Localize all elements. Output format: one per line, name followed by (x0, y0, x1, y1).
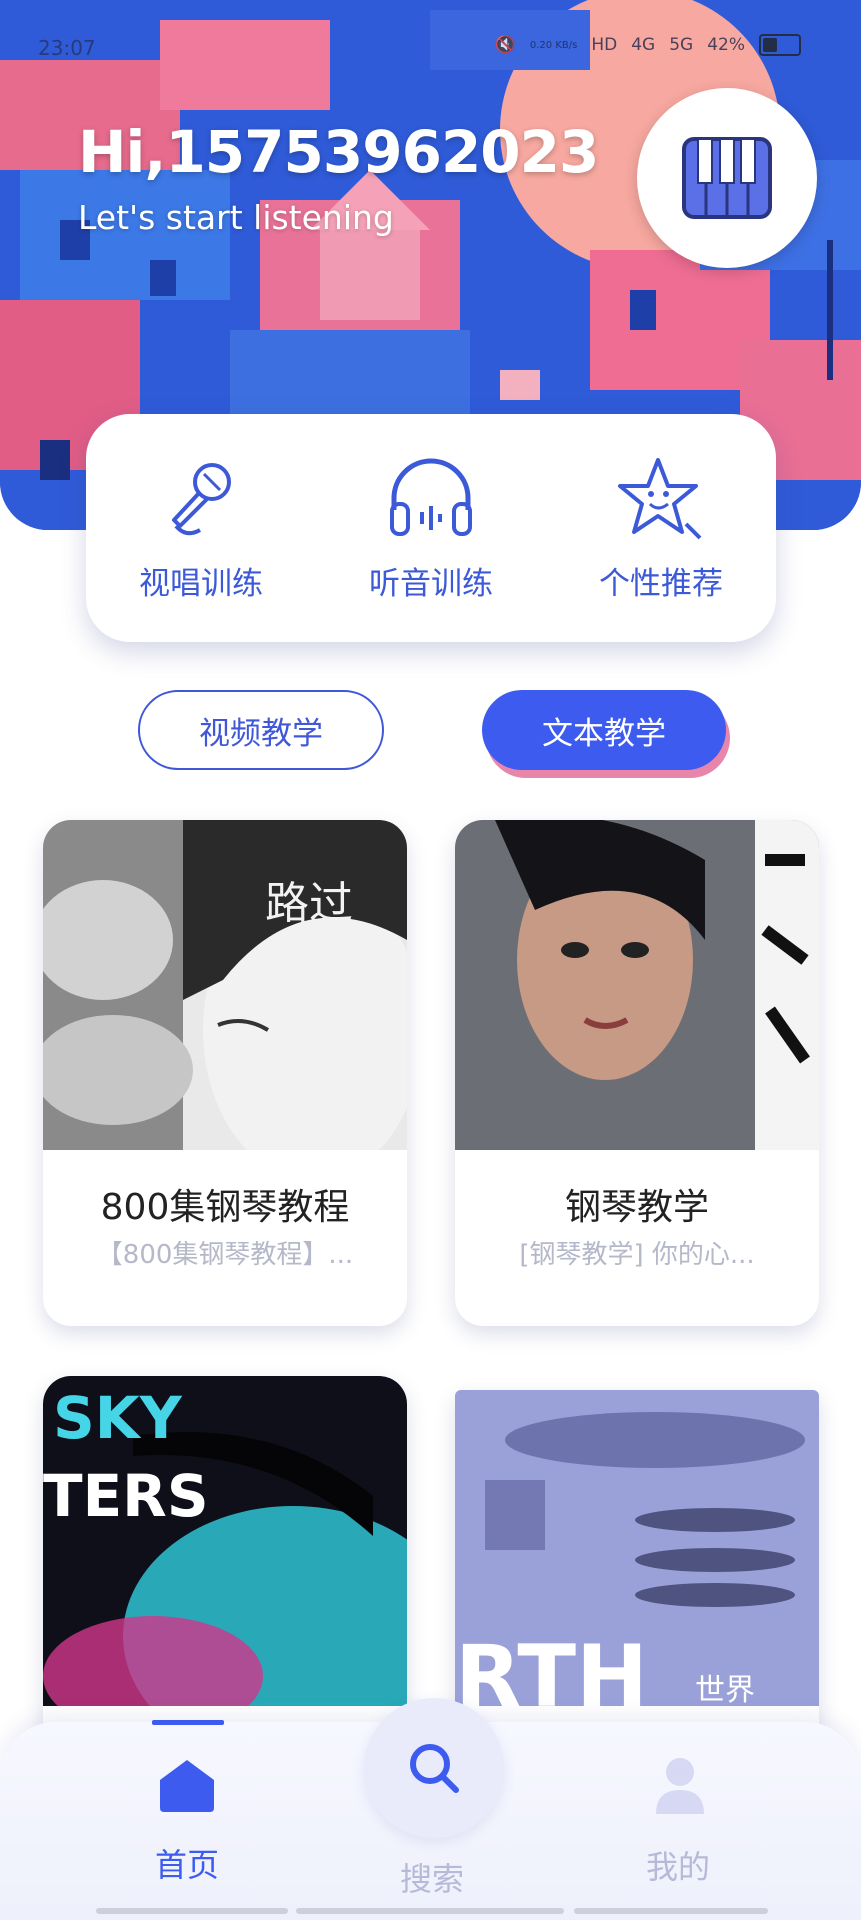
search-button[interactable] (364, 1698, 504, 1838)
course-card[interactable]: 钢琴教学 [钢琴教学] 你的心... (455, 820, 819, 1326)
feature-ear-training[interactable]: 听音训练 (331, 454, 531, 603)
star-face-icon (618, 457, 702, 539)
status-indicators: 🔇 0.20 KB/s HD 4G 5G 42% (495, 34, 801, 56)
gesture-bar-left (96, 1908, 288, 1914)
battery-level: 42% (707, 35, 745, 55)
user-icon[interactable] (652, 1756, 708, 1816)
card-description: [钢琴教学] 你的心... (519, 1240, 755, 1270)
feature-label: 视唱训练 (139, 565, 263, 602)
nav-search-label[interactable]: 搜索 (400, 1854, 464, 1900)
course-cover-image: SKY TERS (43, 1376, 407, 1706)
nav-mine-label[interactable]: 我的 (646, 1842, 710, 1888)
svg-text:RTH: RTH (455, 1627, 648, 1706)
microphone-icon (172, 462, 231, 535)
card-title: 钢琴教学 (564, 1187, 709, 1228)
signal-4g: 4G (631, 35, 656, 55)
greeting-title: Hi,15753962023 (78, 118, 599, 186)
card-description: 【800集钢琴教程】... (96, 1240, 354, 1270)
piano-button[interactable] (637, 88, 817, 268)
feature-recommendation[interactable]: 个性推荐 (561, 454, 761, 603)
card-title: 800集钢琴教程 (100, 1187, 350, 1228)
active-tab-indicator (152, 1720, 224, 1725)
gesture-bar-right (574, 1908, 768, 1914)
status-time: 23:07 (38, 36, 96, 60)
search-icon (410, 1744, 459, 1793)
course-cover-image (455, 820, 819, 1150)
feature-card: 视唱训练 听音训练 个性推荐 (86, 414, 776, 642)
course-cover-image: 路过 (43, 820, 407, 1150)
feature-label: 个性推荐 (599, 565, 723, 602)
network-speed: 0.20 KB/s (529, 39, 578, 51)
tab-video-teaching[interactable]: 视频教学 (138, 690, 384, 770)
feature-sight-singing[interactable]: 视唱训练 (101, 454, 301, 603)
svg-text:SKY: SKY (53, 1384, 183, 1452)
home-icon[interactable] (158, 1756, 216, 1814)
greeting-subtitle: Let's start listening (78, 198, 394, 237)
piano-icon (682, 137, 772, 219)
status-bar: 23:07 🔇 0.20 KB/s HD 4G 5G 42% (0, 30, 861, 70)
battery-icon (759, 34, 801, 56)
signal-5g: 5G (669, 35, 694, 55)
feature-label: 听音训练 (369, 565, 493, 602)
tab-text-teaching[interactable]: 文本教学 (482, 690, 726, 770)
headphones-icon (390, 458, 472, 536)
mute-icon: 🔇 (494, 35, 516, 55)
course-card[interactable]: 路过 800集钢琴教程 【800集钢琴教程】... (43, 820, 407, 1326)
svg-text:TERS: TERS (43, 1462, 209, 1530)
hd-badge: HD (591, 35, 618, 55)
nav-home-label[interactable]: 首页 (155, 1840, 219, 1886)
gesture-bar-center (296, 1908, 564, 1914)
svg-text:世界: 世界 (695, 1673, 755, 1706)
cover-text: 路过 (265, 878, 353, 929)
course-cover-image: RTH 世界 (455, 1390, 819, 1706)
